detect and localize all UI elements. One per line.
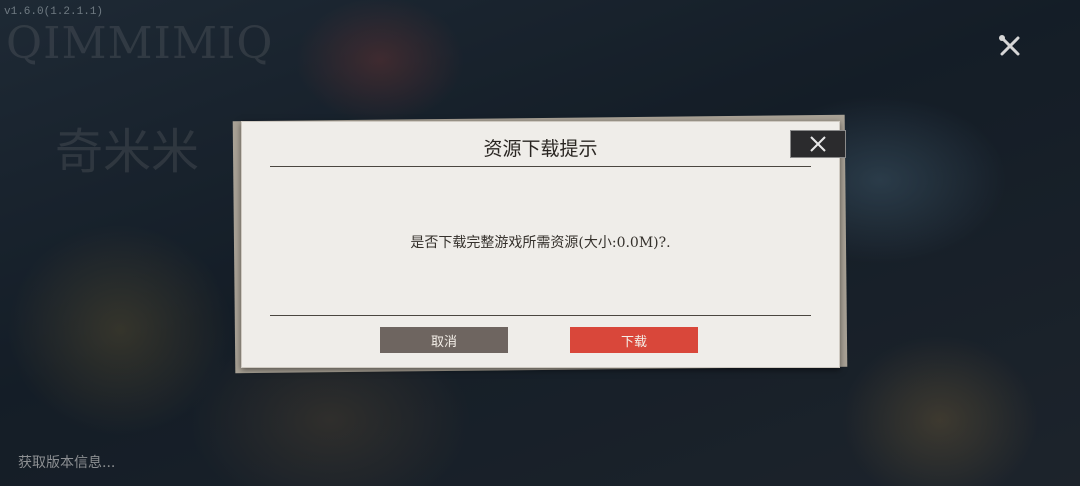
divider-bottom [270, 315, 811, 316]
divider-top [270, 166, 811, 167]
dialog-title: 资源下载提示 [483, 138, 598, 160]
close-button[interactable] [790, 130, 846, 158]
download-button[interactable]: 下载 [570, 327, 698, 353]
game-logo-en: QIMMIMIQ [6, 18, 274, 69]
download-label: 下载 [620, 334, 647, 350]
cancel-label: 取消 [430, 334, 457, 350]
close-icon [810, 136, 826, 152]
cancel-button[interactable]: 取消 [380, 327, 508, 353]
game-logo-cn: 奇米米 [55, 124, 200, 180]
download-dialog: 资源下载提示 是否下载完整游戏所需资源(大小:0.0M)?. 取消 下载 [241, 121, 840, 368]
loading-status: 获取版本信息... [18, 455, 116, 471]
dialog-message: 是否下载完整游戏所需资源(大小:0.0M)?. [410, 235, 671, 251]
version-label: v1.6.0(1.2.1.1) [4, 6, 104, 18]
tools-icon[interactable] [996, 32, 1024, 60]
